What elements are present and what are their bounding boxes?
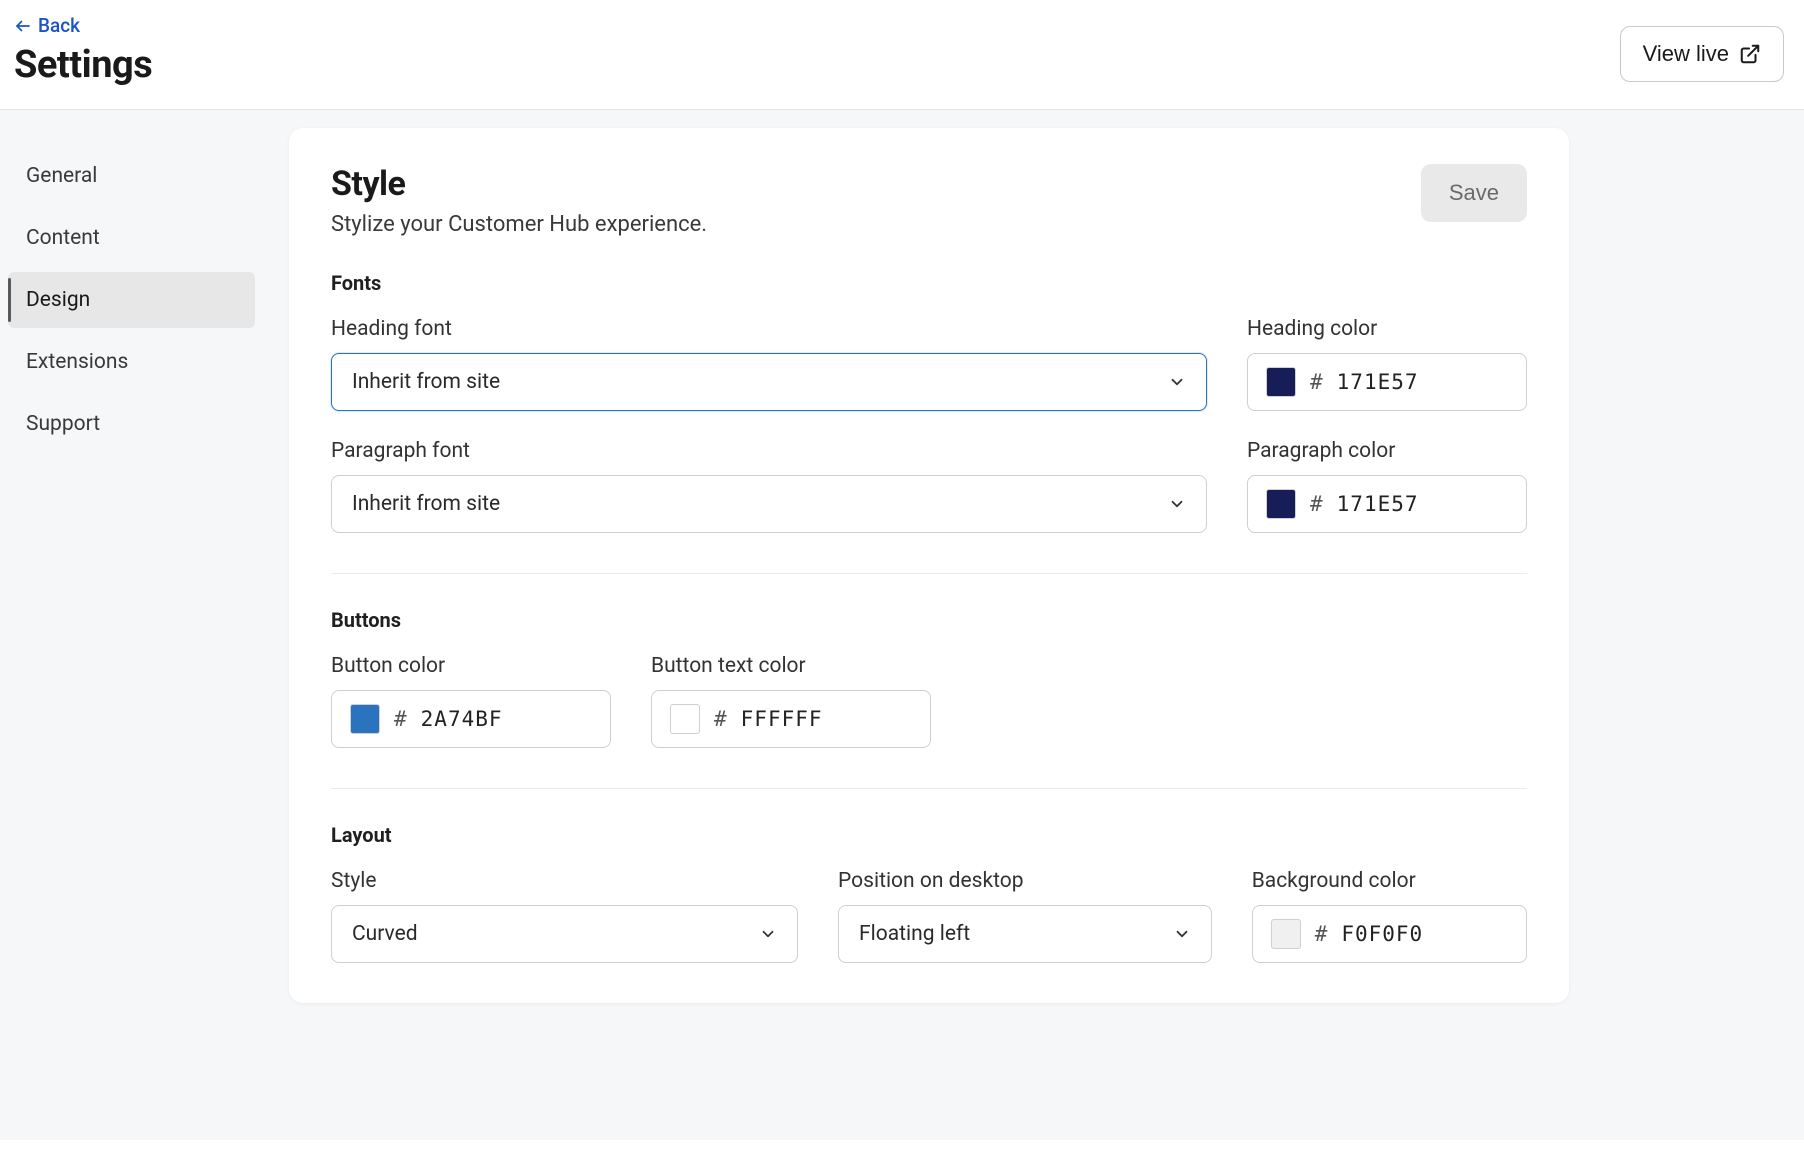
buttons-section-heading: Buttons <box>331 608 1527 632</box>
layout-style-label: Style <box>331 869 798 893</box>
layout-bg-color-hex: F0F0F0 <box>1341 922 1423 946</box>
paragraph-color-input[interactable]: # 171E57 <box>1247 475 1527 533</box>
sidebar-item-extensions[interactable]: Extensions <box>8 334 255 390</box>
paragraph-font-label: Paragraph font <box>331 439 1207 463</box>
layout-section-heading: Layout <box>331 823 1527 847</box>
style-panel: Style Stylize your Customer Hub experien… <box>289 128 1569 1003</box>
layout-position-label: Position on desktop <box>838 869 1212 893</box>
back-link-label: Back <box>38 14 80 37</box>
layout-row: Style Curved Position on desktop Floatin… <box>331 869 1527 963</box>
chevron-down-icon <box>759 925 777 943</box>
paragraph-font-select[interactable]: Inherit from site <box>331 475 1207 533</box>
hash-symbol: # <box>1310 370 1323 394</box>
layout-position-select[interactable]: Floating left <box>838 905 1212 963</box>
save-button[interactable]: Save <box>1421 164 1527 222</box>
hash-symbol: # <box>1310 492 1323 516</box>
button-text-color-label: Button text color <box>651 654 931 678</box>
external-link-icon <box>1739 43 1761 65</box>
button-text-color-swatch <box>670 704 700 734</box>
header-left: Back Settings <box>14 14 152 87</box>
content-wrap: Style Stylize your Customer Hub experien… <box>265 110 1804 1140</box>
heading-color-input[interactable]: # 171E57 <box>1247 353 1527 411</box>
sidebar-item-design[interactable]: Design <box>8 272 255 328</box>
heading-font-field: Heading font Inherit from site <box>331 317 1207 411</box>
button-color-hex: 2A74BF <box>421 707 503 731</box>
chevron-down-icon <box>1168 373 1186 391</box>
sidebar-item-general[interactable]: General <box>8 148 255 204</box>
paragraph-color-swatch <box>1266 489 1296 519</box>
hash-symbol: # <box>714 707 727 731</box>
button-color-input[interactable]: # 2A74BF <box>331 690 611 748</box>
button-text-color-input[interactable]: # FFFFFF <box>651 690 931 748</box>
divider <box>331 573 1527 574</box>
layout-position-field: Position on desktop Floating left <box>838 869 1212 963</box>
layout-style-value: Curved <box>352 922 418 946</box>
arrow-left-icon <box>14 17 32 35</box>
heading-font-row: Heading font Inherit from site Heading c… <box>331 317 1527 411</box>
sidebar-item-label: Extensions <box>26 350 128 374</box>
heading-color-field: Heading color # 171E57 <box>1247 317 1527 411</box>
chevron-down-icon <box>1173 925 1191 943</box>
layout-bg-color-field: Background color # F0F0F0 <box>1252 869 1527 963</box>
page-header: Back Settings View live <box>0 0 1804 110</box>
paragraph-color-field: Paragraph color # 171E57 <box>1247 439 1527 533</box>
sidebar-item-label: Support <box>26 412 100 436</box>
panel-subtitle: Stylize your Customer Hub experience. <box>331 212 707 237</box>
panel-title-block: Style Stylize your Customer Hub experien… <box>331 164 707 237</box>
view-live-button[interactable]: View live <box>1620 26 1784 82</box>
layout-bg-color-input[interactable]: # F0F0F0 <box>1252 905 1527 963</box>
sidebar-item-content[interactable]: Content <box>8 210 255 266</box>
heading-color-label: Heading color <box>1247 317 1527 341</box>
settings-sidebar: General Content Design Extensions Suppor… <box>0 110 265 1140</box>
paragraph-font-field: Paragraph font Inherit from site <box>331 439 1207 533</box>
view-live-label: View live <box>1643 41 1729 67</box>
body-area: General Content Design Extensions Suppor… <box>0 110 1804 1140</box>
sidebar-item-label: Design <box>26 288 90 312</box>
heading-color-hex: 171E57 <box>1337 370 1419 394</box>
fonts-section-heading: Fonts <box>331 271 1527 295</box>
layout-style-select[interactable]: Curved <box>331 905 798 963</box>
chevron-down-icon <box>1168 495 1186 513</box>
back-link[interactable]: Back <box>14 14 152 37</box>
panel-title: Style <box>331 164 707 204</box>
paragraph-color-hex: 171E57 <box>1337 492 1419 516</box>
paragraph-font-row: Paragraph font Inherit from site Paragra… <box>331 439 1527 533</box>
layout-bg-color-label: Background color <box>1252 869 1527 893</box>
layout-style-field: Style Curved <box>331 869 798 963</box>
paragraph-color-label: Paragraph color <box>1247 439 1527 463</box>
buttons-row: Button color # 2A74BF Button text color … <box>331 654 1527 748</box>
layout-bg-color-swatch <box>1271 919 1301 949</box>
heading-font-select[interactable]: Inherit from site <box>331 353 1207 411</box>
save-button-label: Save <box>1449 180 1499 205</box>
button-text-color-field: Button text color # FFFFFF <box>651 654 931 748</box>
hash-symbol: # <box>394 707 407 731</box>
button-text-color-hex: FFFFFF <box>741 707 823 731</box>
heading-font-label: Heading font <box>331 317 1207 341</box>
hash-symbol: # <box>1315 922 1328 946</box>
paragraph-font-value: Inherit from site <box>352 492 500 516</box>
heading-color-swatch <box>1266 367 1296 397</box>
layout-position-value: Floating left <box>859 922 970 946</box>
page-title: Settings <box>14 43 152 87</box>
sidebar-item-label: Content <box>26 226 100 250</box>
button-color-label: Button color <box>331 654 611 678</box>
divider <box>331 788 1527 789</box>
sidebar-item-support[interactable]: Support <box>8 396 255 452</box>
panel-head: Style Stylize your Customer Hub experien… <box>331 164 1527 237</box>
button-color-field: Button color # 2A74BF <box>331 654 611 748</box>
heading-font-value: Inherit from site <box>352 370 500 394</box>
sidebar-item-label: General <box>26 164 97 188</box>
button-color-swatch <box>350 704 380 734</box>
